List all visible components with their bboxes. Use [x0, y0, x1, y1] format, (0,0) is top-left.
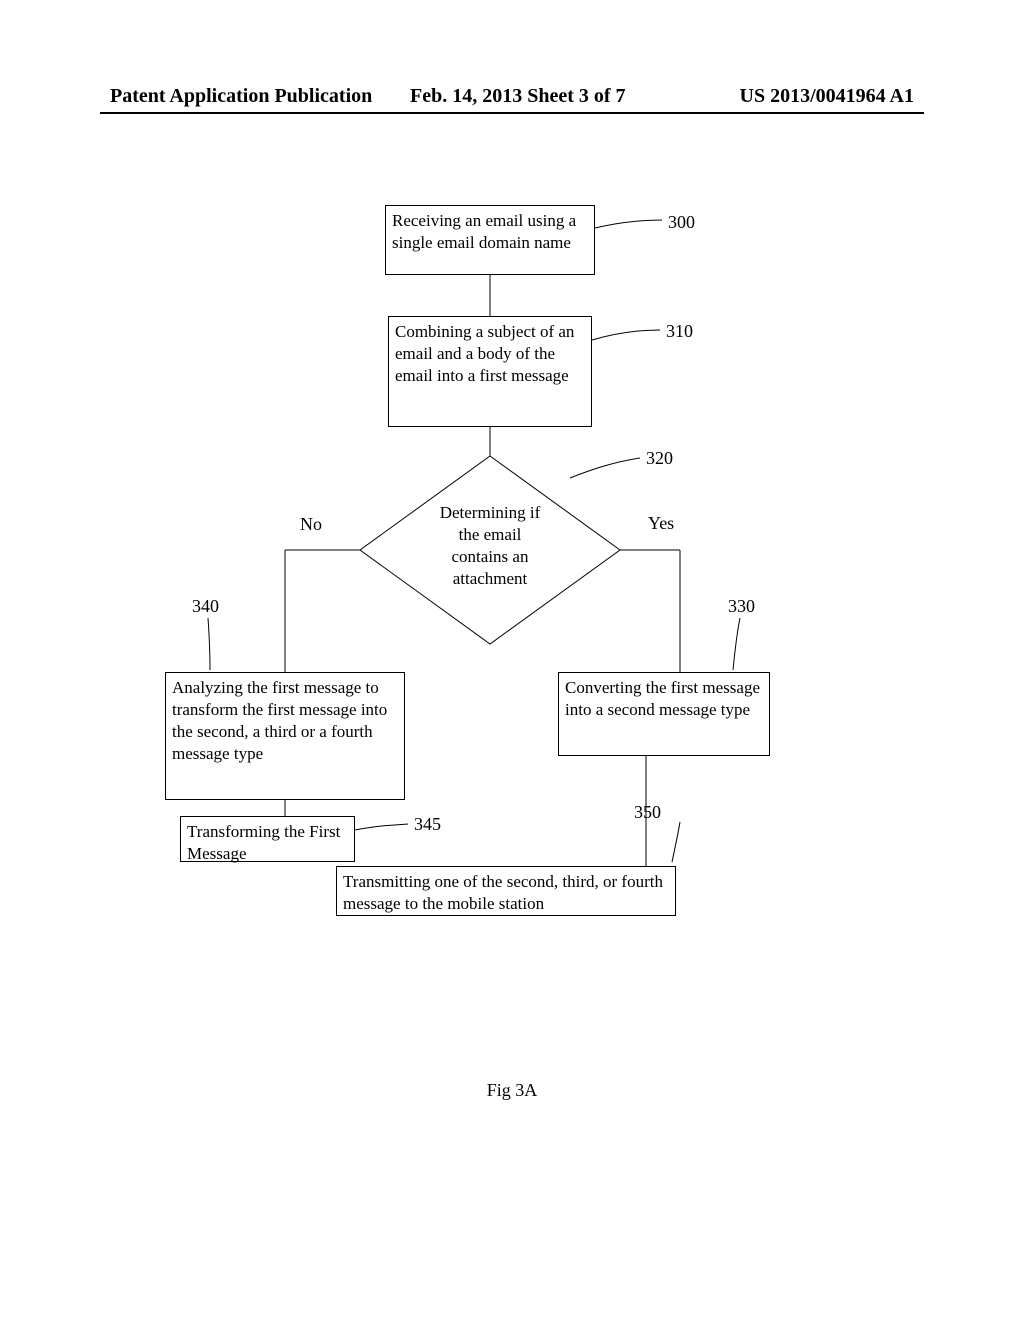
process-text: Receiving an email using a single email …: [392, 211, 576, 252]
process-box-300: Receiving an email using a single email …: [385, 205, 595, 275]
refnum-340: 340: [192, 596, 219, 617]
process-text: Transforming the First Message: [187, 822, 340, 863]
process-box-330: Converting the first message into a seco…: [558, 672, 770, 756]
figure-caption: Fig 3A: [0, 1080, 1024, 1101]
refnum-310: 310: [666, 321, 693, 342]
refnum-320: 320: [646, 448, 673, 469]
process-box-310: Combining a subject of an email and a bo…: [388, 316, 592, 427]
process-box-345: Transforming the First Message: [180, 816, 355, 862]
flowchart-connectors: [0, 0, 1024, 1320]
process-text: Analyzing the first message to transform…: [172, 678, 387, 763]
refnum-330: 330: [728, 596, 755, 617]
decision-text-320: Determining if the email contains an att…: [430, 502, 550, 590]
flowchart: Receiving an email using a single email …: [0, 0, 1024, 1320]
process-box-350: Transmitting one of the second, third, o…: [336, 866, 676, 916]
refnum-300: 300: [668, 212, 695, 233]
process-text: Transmitting one of the second, third, o…: [343, 872, 663, 913]
process-box-340: Analyzing the first message to transform…: [165, 672, 405, 800]
edge-label-yes: Yes: [648, 513, 674, 534]
process-text: Combining a subject of an email and a bo…: [395, 322, 574, 385]
decision-text-content: Determining if the email contains an att…: [440, 503, 541, 588]
process-text: Converting the first message into a seco…: [565, 678, 760, 719]
refnum-350: 350: [634, 802, 661, 823]
refnum-345: 345: [414, 814, 441, 835]
edge-label-no: No: [300, 514, 322, 535]
